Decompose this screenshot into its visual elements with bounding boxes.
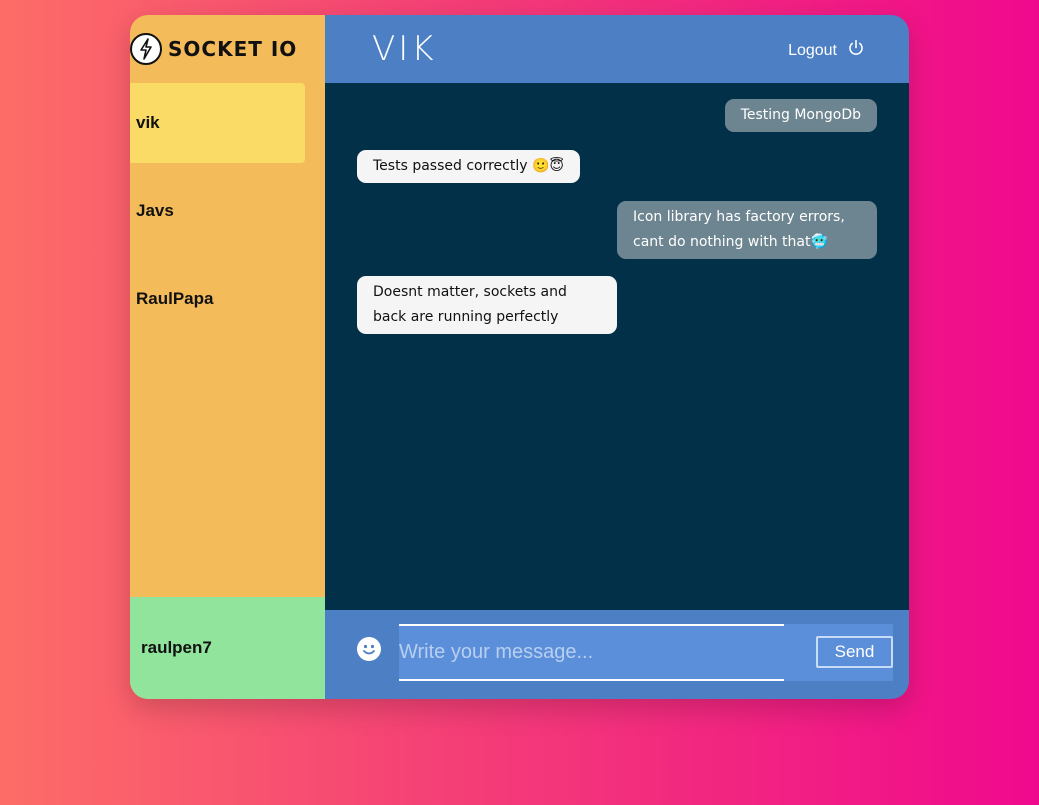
message-input-container: Send xyxy=(399,624,893,681)
logout-label: Logout xyxy=(788,41,837,59)
sidebar: SOCKET IO vik Javs RaulPapa raulpen7 xyxy=(130,15,325,699)
smiley-icon[interactable] xyxy=(357,637,381,661)
lightning-bolt-icon xyxy=(130,33,162,65)
brand-name: SOCKET IO xyxy=(168,37,298,61)
message-bubble-outgoing: Icon library has factory errors, cant do… xyxy=(617,201,877,259)
contact-name: vik xyxy=(136,113,160,132)
brand: SOCKET IO xyxy=(130,33,325,65)
current-user: raulpen7 xyxy=(130,597,325,699)
message-list: Testing MongoDb Tests passed correctly 🙂… xyxy=(325,83,909,610)
chat-title: VIK xyxy=(372,29,437,69)
power-icon xyxy=(847,39,865,62)
composer: Send xyxy=(325,610,909,699)
contact-name: RaulPapa xyxy=(136,289,214,308)
current-user-name: raulpen7 xyxy=(141,638,212,657)
chat-app: SOCKET IO vik Javs RaulPapa raulpen7 VIK… xyxy=(130,15,909,699)
contact-item-javs[interactable]: Javs xyxy=(130,171,305,251)
logout-button[interactable]: Logout xyxy=(788,39,865,62)
contact-list: vik Javs RaulPapa xyxy=(130,83,305,347)
message-input[interactable] xyxy=(399,624,784,681)
message-bubble-incoming: Doesnt matter, sockets and back are runn… xyxy=(357,276,617,334)
chat-header: VIK Logout xyxy=(325,15,909,83)
message-bubble-incoming: Tests passed correctly 🙂😇 xyxy=(357,150,580,183)
contact-name: Javs xyxy=(136,201,174,220)
contact-item-vik[interactable]: vik xyxy=(130,83,305,163)
message-bubble-outgoing: Testing MongoDb xyxy=(724,99,877,132)
contact-item-raulpapa[interactable]: RaulPapa xyxy=(130,259,305,339)
send-button[interactable]: Send xyxy=(816,636,893,668)
